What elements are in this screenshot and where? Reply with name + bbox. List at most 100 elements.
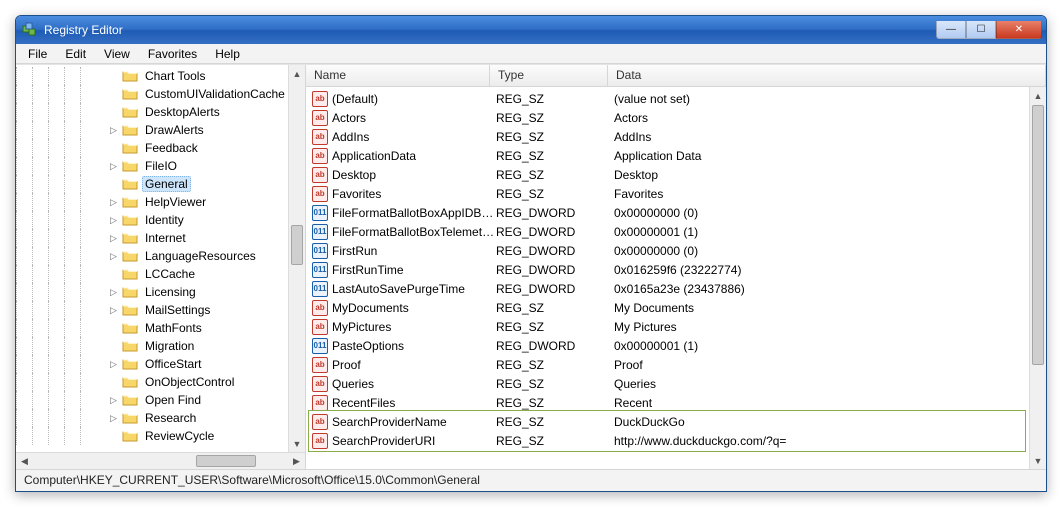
menu-file[interactable]: File xyxy=(20,45,55,63)
values-list[interactable]: ab(Default)REG_SZ(value not set)abActors… xyxy=(306,87,1046,469)
expand-toggle[interactable]: ▷ xyxy=(108,197,119,208)
folder-icon xyxy=(122,285,138,299)
tree-item[interactable]: OnObjectControl xyxy=(16,373,305,391)
registry-value-row[interactable]: 011FirstRunTimeREG_DWORD0x016259f6 (2322… xyxy=(306,260,1046,279)
value-name: MyPictures xyxy=(332,320,496,334)
column-name[interactable]: Name xyxy=(306,65,490,86)
tree-item[interactable]: ▷ Research xyxy=(16,409,305,427)
expand-toggle[interactable]: ▷ xyxy=(108,215,119,226)
tree-item[interactable]: ▷FileIO xyxy=(16,157,305,175)
tree-item[interactable]: CustomUIValidationCache xyxy=(16,85,305,103)
tree-item[interactable]: ▷Licensing xyxy=(16,283,305,301)
registry-value-row[interactable]: 011FileFormatBallotBoxTelemetry...REG_DW… xyxy=(306,222,1046,241)
value-name: FirstRunTime xyxy=(332,263,496,277)
list-vertical-scrollbar[interactable]: ▲ ▼ xyxy=(1029,87,1046,469)
folder-icon xyxy=(122,105,138,119)
registry-value-row[interactable]: ab(Default)REG_SZ(value not set) xyxy=(306,89,1046,108)
column-data[interactable]: Data xyxy=(608,65,1046,86)
tree-item[interactable]: ▷Identity xyxy=(16,211,305,229)
maximize-button[interactable]: ☐ xyxy=(966,21,996,39)
tree-item[interactable]: ▷DrawAlerts xyxy=(16,121,305,139)
value-name: Queries xyxy=(332,377,496,391)
value-type: REG_SZ xyxy=(496,415,614,429)
registry-value-row[interactable]: abProofREG_SZProof xyxy=(306,355,1046,374)
tree-item[interactable]: ▷Internet xyxy=(16,229,305,247)
tree-label: Research xyxy=(142,410,199,426)
menu-help[interactable]: Help xyxy=(207,45,248,63)
tree-item[interactable]: ReviewCycle xyxy=(16,427,305,445)
scroll-down-icon[interactable]: ▼ xyxy=(289,435,305,452)
value-type: REG_SZ xyxy=(496,396,614,410)
value-type: REG_DWORD xyxy=(496,206,614,220)
tree-item[interactable]: General xyxy=(16,175,305,193)
expand-toggle[interactable]: ▷ xyxy=(108,161,119,172)
registry-value-row[interactable]: abQueriesREG_SZQueries xyxy=(306,374,1046,393)
menu-favorites[interactable]: Favorites xyxy=(140,45,205,63)
expand-toggle[interactable]: ▷ xyxy=(108,233,119,244)
titlebar[interactable]: Registry Editor — ☐ ✕ xyxy=(16,16,1046,44)
expand-toggle[interactable]: ▷ xyxy=(108,251,119,262)
value-type: REG_DWORD xyxy=(496,225,614,239)
tree-item[interactable]: Migration xyxy=(16,337,305,355)
value-name: Actors xyxy=(332,111,496,125)
close-button[interactable]: ✕ xyxy=(996,21,1042,39)
tree-item[interactable]: LCCache xyxy=(16,265,305,283)
tree-item[interactable]: MathFonts xyxy=(16,319,305,337)
tree-item[interactable]: Feedback xyxy=(16,139,305,157)
expand-toggle[interactable]: ▷ xyxy=(108,125,119,136)
tree-label: OnObjectControl xyxy=(142,374,237,390)
registry-value-row[interactable]: abDesktopREG_SZDesktop xyxy=(306,165,1046,184)
scroll-thumb[interactable] xyxy=(291,225,303,265)
value-name: AddIns xyxy=(332,130,496,144)
tree-item[interactable]: ▷LanguageResources xyxy=(16,247,305,265)
registry-value-row[interactable]: abMyPicturesREG_SZMy Pictures xyxy=(306,317,1046,336)
menu-view[interactable]: View xyxy=(96,45,138,63)
value-type: REG_SZ xyxy=(496,301,614,315)
value-name: FileFormatBallotBoxAppIDBoo... xyxy=(332,206,496,220)
value-name: Favorites xyxy=(332,187,496,201)
registry-value-row[interactable]: 011PasteOptionsREG_DWORD0x00000001 (1) xyxy=(306,336,1046,355)
minimize-button[interactable]: — xyxy=(936,21,966,39)
registry-value-row[interactable]: 011FirstRunREG_DWORD0x00000000 (0) xyxy=(306,241,1046,260)
tree-item[interactable]: ▷Open Find xyxy=(16,391,305,409)
tree-item[interactable]: ▷OfficeStart xyxy=(16,355,305,373)
hscroll-thumb[interactable] xyxy=(196,455,256,467)
scroll-right-icon[interactable]: ▶ xyxy=(288,453,305,469)
registry-value-row[interactable]: abActorsREG_SZActors xyxy=(306,108,1046,127)
expand-toggle[interactable]: ▷ xyxy=(108,413,119,424)
scroll-down-icon[interactable]: ▼ xyxy=(1030,452,1046,469)
expand-toggle[interactable]: ▷ xyxy=(108,395,119,406)
folder-icon xyxy=(122,249,138,263)
registry-value-row[interactable]: abApplicationDataREG_SZApplication Data xyxy=(306,146,1046,165)
expand-toggle[interactable]: ▷ xyxy=(108,287,119,298)
tree-vertical-scrollbar[interactable]: ▲ ▼ xyxy=(288,65,305,452)
folder-icon xyxy=(122,411,138,425)
registry-value-row[interactable]: abFavoritesREG_SZFavorites xyxy=(306,184,1046,203)
registry-tree[interactable]: Chart ToolsCustomUIValidationCacheDeskto… xyxy=(16,65,305,452)
tree-item[interactable]: Chart Tools xyxy=(16,67,305,85)
value-type: REG_DWORD xyxy=(496,282,614,296)
registry-value-row[interactable]: 011LastAutoSavePurgeTimeREG_DWORD0x0165a… xyxy=(306,279,1046,298)
tree-item[interactable]: ▷HelpViewer xyxy=(16,193,305,211)
registry-value-row[interactable]: abMyDocumentsREG_SZMy Documents xyxy=(306,298,1046,317)
expand-toggle[interactable]: ▷ xyxy=(108,359,119,370)
tree-item[interactable]: DesktopAlerts xyxy=(16,103,305,121)
registry-value-row[interactable]: abRecentFilesREG_SZRecent xyxy=(306,393,1046,412)
menu-edit[interactable]: Edit xyxy=(57,45,94,63)
column-type[interactable]: Type xyxy=(490,65,608,86)
tree-item[interactable]: ▷MailSettings xyxy=(16,301,305,319)
registry-value-row[interactable]: abSearchProviderURIREG_SZhttp://www.duck… xyxy=(306,431,1046,450)
scroll-thumb[interactable] xyxy=(1032,105,1044,365)
scroll-up-icon[interactable]: ▲ xyxy=(1030,87,1046,104)
registry-value-row[interactable]: 011FileFormatBallotBoxAppIDBoo...REG_DWO… xyxy=(306,203,1046,222)
dword-value-icon: 011 xyxy=(312,338,328,354)
registry-value-row[interactable]: abAddInsREG_SZAddIns xyxy=(306,127,1046,146)
scroll-up-icon[interactable]: ▲ xyxy=(289,65,305,82)
value-type: REG_SZ xyxy=(496,92,614,106)
tree-label: General xyxy=(142,176,191,192)
scroll-left-icon[interactable]: ◀ xyxy=(16,453,33,469)
tree-horizontal-scrollbar[interactable]: ◀ ▶ xyxy=(16,452,305,469)
value-name: LastAutoSavePurgeTime xyxy=(332,282,496,296)
expand-toggle[interactable]: ▷ xyxy=(108,305,119,316)
registry-value-row[interactable]: abSearchProviderNameREG_SZDuckDuckGo xyxy=(306,412,1046,431)
